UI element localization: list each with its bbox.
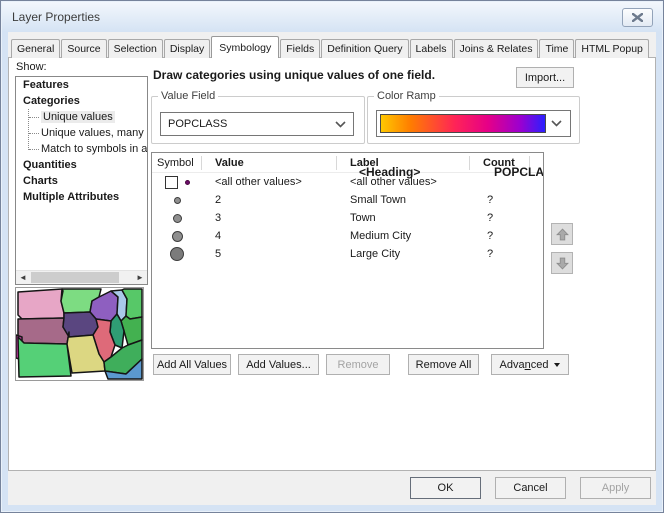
add-all-values-button[interactable]: Add All Values	[153, 354, 231, 375]
tree-item-quantities[interactable]: Quantities	[16, 157, 147, 173]
show-tree: Features Categories Unique values Unique…	[15, 76, 148, 285]
point-symbol-icon[interactable]	[170, 247, 184, 261]
layer-properties-dialog: Layer Properties General Source Selectio…	[0, 0, 664, 513]
tab-joins-relates[interactable]: Joins & Relates	[454, 39, 539, 58]
page-heading: Draw categories using unique values of o…	[153, 68, 435, 82]
show-label: Show:	[16, 61, 47, 73]
horizontal-scrollbar-thumb[interactable]	[31, 272, 119, 283]
tab-fields[interactable]: Fields	[280, 39, 320, 58]
arrow-up-icon	[556, 228, 569, 241]
color-ramp-swatch	[380, 114, 546, 133]
close-button[interactable]	[622, 8, 653, 27]
color-ramp-group: Color Ramp	[367, 96, 580, 144]
map-preview-image	[16, 288, 143, 380]
point-symbol-icon[interactable]	[172, 231, 183, 242]
point-symbol-icon[interactable]	[185, 180, 190, 185]
values-table: Symbol Value Label Count <all other valu…	[151, 152, 544, 349]
dialog-body: General Source Selection Display Symbolo…	[8, 32, 656, 505]
remove-button[interactable]: Remove	[326, 354, 390, 375]
value-field-group: Value Field POPCLASS	[151, 96, 365, 144]
horizontal-scrollbar[interactable]: ◄ ►	[16, 270, 147, 284]
arrow-down-icon	[556, 257, 569, 270]
value-field-combobox[interactable]: POPCLASS	[160, 112, 354, 136]
tree-item-match-symbols[interactable]: Match to symbols in a	[28, 141, 147, 157]
tree-item-categories[interactable]: Categories	[16, 93, 147, 109]
point-symbol-icon[interactable]	[173, 214, 182, 223]
import-button[interactable]: Import...	[516, 67, 574, 88]
tab-labels[interactable]: Labels	[410, 39, 453, 58]
chevron-down-icon	[335, 121, 346, 128]
symbology-tab-page: Show: Features Categories Unique values …	[8, 57, 656, 471]
titlebar[interactable]: Layer Properties	[2, 2, 662, 32]
color-ramp-label: Color Ramp	[374, 90, 439, 102]
window-title: Layer Properties	[12, 10, 100, 24]
scroll-right-icon[interactable]: ►	[133, 271, 147, 284]
color-ramp-combobox[interactable]	[376, 110, 571, 137]
cancel-button[interactable]: Cancel	[495, 477, 566, 499]
close-icon	[632, 13, 643, 22]
tab-source[interactable]: Source	[61, 39, 106, 58]
scroll-left-icon[interactable]: ◄	[16, 271, 30, 284]
tab-general[interactable]: General	[11, 39, 60, 58]
tree-item-charts[interactable]: Charts	[16, 173, 147, 189]
value-field-value: POPCLASS	[168, 118, 227, 130]
tab-selection[interactable]: Selection	[108, 39, 163, 58]
tree-item-unique-values-many[interactable]: Unique values, many	[28, 125, 147, 141]
tree-item-features[interactable]: Features	[16, 77, 147, 93]
table-row[interactable]: 5 Large City ?	[152, 245, 543, 263]
tab-symbology[interactable]: Symbology	[211, 36, 279, 58]
move-up-button[interactable]	[551, 223, 573, 245]
column-symbol: Symbol	[152, 156, 202, 170]
move-down-button[interactable]	[551, 252, 573, 274]
categories-children: Unique values Unique values, many Match …	[28, 109, 147, 157]
dialog-footer: OK Cancel Apply	[8, 471, 656, 505]
value-field-label: Value Field	[158, 90, 218, 102]
table-row[interactable]: 4 Medium City ?	[152, 227, 543, 245]
advanced-button[interactable]: Advanced	[491, 354, 569, 375]
tab-html-popup[interactable]: HTML Popup	[575, 39, 648, 58]
chevron-down-icon	[546, 120, 566, 127]
table-row[interactable]: 2 Small Town ?	[152, 191, 543, 209]
ok-button[interactable]: OK	[410, 477, 481, 499]
tab-bar: General Source Selection Display Symbolo…	[8, 36, 656, 58]
tab-display[interactable]: Display	[164, 39, 210, 58]
apply-button[interactable]: Apply	[580, 477, 651, 499]
tree-item-unique-values[interactable]: Unique values	[28, 109, 147, 125]
map-preview	[15, 287, 144, 381]
table-row[interactable]: 3 Town ?	[152, 209, 543, 227]
table-row-heading[interactable]: <Heading> POPCLASS	[296, 163, 544, 181]
triangle-down-icon	[554, 363, 560, 367]
point-symbol-icon[interactable]	[174, 197, 181, 204]
remove-all-button[interactable]: Remove All	[408, 354, 479, 375]
add-values-button[interactable]: Add Values...	[238, 354, 319, 375]
tree-item-multiple-attributes[interactable]: Multiple Attributes	[16, 189, 147, 205]
tab-time[interactable]: Time	[539, 39, 574, 58]
tab-definition-query[interactable]: Definition Query	[321, 39, 408, 58]
all-other-values-checkbox[interactable]	[165, 176, 178, 189]
